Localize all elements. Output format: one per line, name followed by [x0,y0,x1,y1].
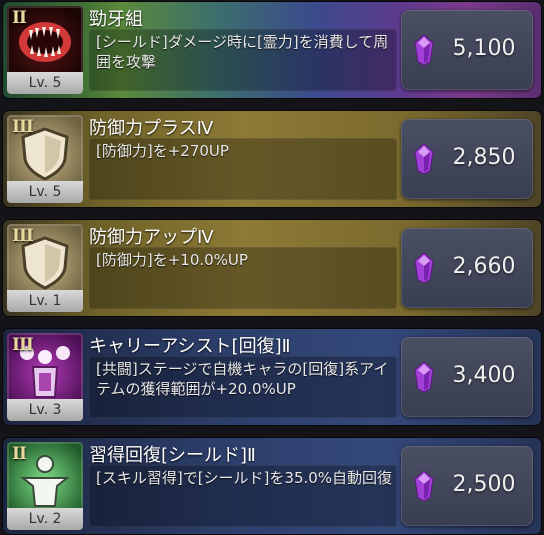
skill-name: 習得回復[シールド]Ⅱ [89,445,256,466]
skill-name: キャリーアシスト[回復]Ⅱ [89,336,291,357]
level-label: Lv. 1 [7,290,83,312]
skill-list: II Lv. 5 勁牙組 [シールド]ダメージ時に[霊力]を消費して周囲を攻撃 … [0,0,544,535]
skill-icon-box: II Lv. 5 [7,6,83,94]
upgrade-cost-button[interactable]: 5,100 [401,10,533,90]
upgrade-cost-button[interactable]: 2,500 [401,446,533,526]
skill-row[interactable]: III Lv. 3 キャリーアシスト[回復]Ⅱ [共闘]ステージで自機キャラの[… [3,329,541,425]
rank-badge: III [12,335,34,355]
skill-icon-box: II Lv. 2 [7,442,83,530]
skill-description: [防御力]を+270UP [96,142,229,160]
level-label: Lv. 3 [7,399,83,421]
skill-name: 防御力プラスⅣ [89,118,214,139]
cost-value: 5,100 [452,36,516,61]
skill-row[interactable]: II Lv. 2 習得回復[シールド]Ⅱ [スキル習得]で[シールド]を35.0… [3,438,541,534]
cost-value: 3,400 [452,363,516,388]
skill-name: 勁牙組 [89,9,143,30]
cost-value: 2,850 [452,145,516,170]
skill-description: [シールド]ダメージ時に[霊力]を消費して周囲を攻撃 [96,33,389,71]
level-label: Lv. 2 [7,508,83,530]
description-box: [スキル習得]で[シールド]を35.0%自動回復 [89,465,397,527]
skill-name: 防御力アップⅣ [89,227,214,248]
rank-badge: III [12,117,34,137]
purple-gem-icon [414,252,434,284]
skill-description: [防御力]を+10.0%UP [96,251,248,269]
description-box: [共闘]ステージで自機キャラの[回復]系アイテムの獲得範囲が+20.0%UP [89,356,397,418]
skill-row[interactable]: III Lv. 1 防御力アップⅣ [防御力]を+10.0%UP 2,660 [3,220,541,316]
cost-value: 2,660 [452,254,516,279]
skill-icon-box: III Lv. 3 [7,333,83,421]
cost-value: 2,500 [452,472,516,497]
purple-gem-icon [414,361,434,393]
skill-row[interactable]: II Lv. 5 勁牙組 [シールド]ダメージ時に[霊力]を消費して周囲を攻撃 … [3,2,541,98]
upgrade-cost-button[interactable]: 2,660 [401,228,533,308]
description-box: [シールド]ダメージ時に[霊力]を消費して周囲を攻撃 [89,29,397,91]
skill-description: [共闘]ステージで自機キャラの[回復]系アイテムの獲得範囲が+20.0%UP [96,360,389,398]
purple-gem-icon [414,143,434,175]
rank-badge: II [12,444,27,464]
rank-badge: III [12,226,34,246]
level-label: Lv. 5 [7,181,83,203]
level-label: Lv. 5 [7,72,83,94]
skill-row[interactable]: III Lv. 5 防御力プラスⅣ [防御力]を+270UP 2,850 [3,111,541,207]
skill-icon-box: III Lv. 1 [7,224,83,312]
skill-icon-box: III Lv. 5 [7,115,83,203]
skill-description: [スキル習得]で[シールド]を35.0%自動回復 [96,469,393,487]
upgrade-cost-button[interactable]: 2,850 [401,119,533,199]
purple-gem-icon [414,470,434,502]
description-box: [防御力]を+270UP [89,138,397,200]
rank-badge: II [12,8,27,28]
description-box: [防御力]を+10.0%UP [89,247,397,309]
upgrade-cost-button[interactable]: 3,400 [401,337,533,417]
purple-gem-icon [414,34,434,66]
